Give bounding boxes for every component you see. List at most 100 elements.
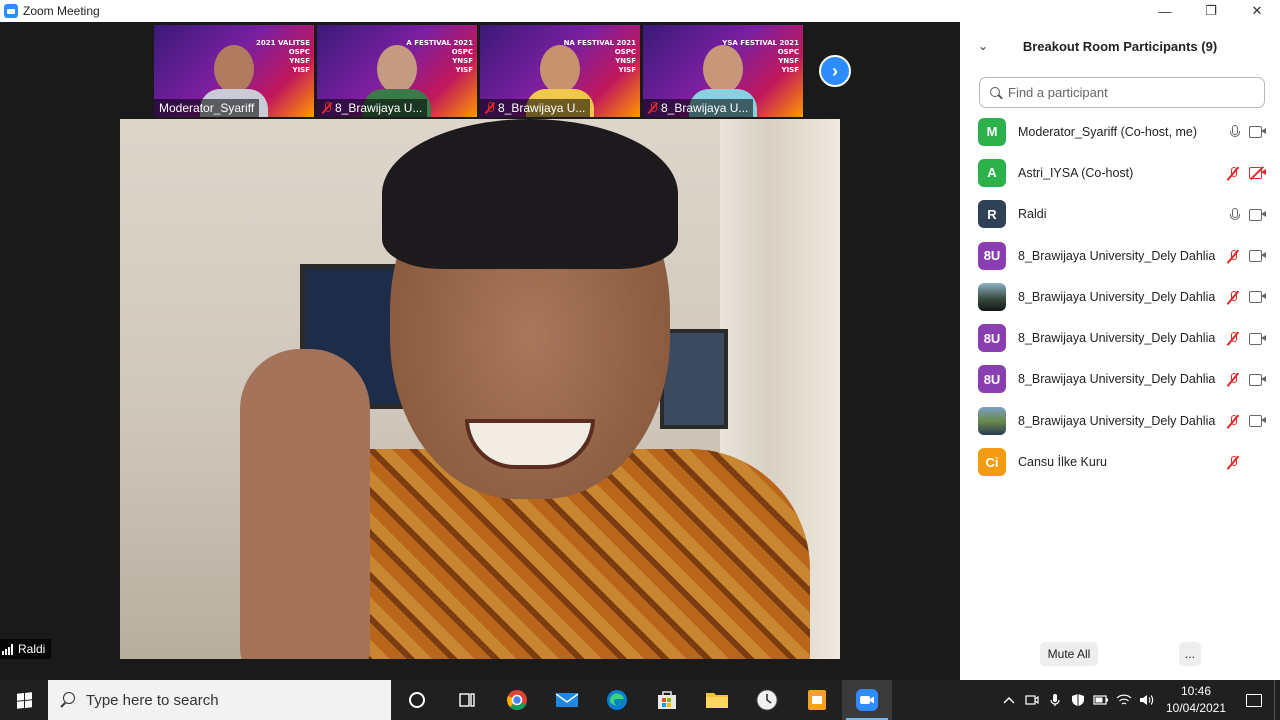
mic-muted-icon — [648, 102, 658, 114]
participant-row[interactable]: 8U 8_Brawijaya University_Dely Dahlia — [960, 359, 1280, 400]
store-icon[interactable] — [642, 680, 692, 720]
google-slides-icon[interactable] — [792, 680, 842, 720]
participant-row[interactable]: A Astri_IYSA (Co-host) — [960, 152, 1280, 193]
panel-footer: Mute All ... — [960, 642, 1280, 668]
task-view-icon[interactable] — [442, 680, 492, 720]
participant-row[interactable]: Ci Cansu İlke Kuru — [960, 441, 1280, 482]
maximize-button[interactable]: ❐ — [1188, 0, 1234, 22]
start-button[interactable] — [0, 680, 48, 720]
mail-icon[interactable] — [542, 680, 592, 720]
video-camera-icon[interactable] — [1249, 291, 1266, 304]
participant-row[interactable]: 8_Brawijaya University_Dely Dahlia — [960, 400, 1280, 441]
participant-row[interactable]: 8_Brawijaya University_Dely Dahlia — [960, 276, 1280, 317]
more-options-button[interactable]: ... — [1179, 642, 1201, 666]
mic-muted-icon — [485, 102, 495, 114]
file-explorer-icon[interactable] — [692, 680, 742, 720]
mic-muted-icon — [322, 102, 332, 114]
thumbnail-name: 8_Brawijaya U... — [661, 101, 749, 115]
participant-name: 8_Brawijaya University_Dely Dahlia — [1018, 331, 1216, 346]
thumbnail-name-label: 8_Brawijaya U... — [317, 99, 428, 117]
taskbar-clock[interactable]: 10:46 10/04/2021 — [1158, 683, 1234, 717]
avatar: R — [978, 200, 1006, 229]
taskbar-apps — [392, 680, 892, 720]
video-camera-icon[interactable] — [1249, 332, 1266, 345]
video-thumbnail[interactable]: NA FESTIVAL 2021 OSPC YNSF YISF 8_Brawij… — [480, 25, 640, 117]
next-page-button[interactable]: › — [819, 55, 851, 87]
participants-panel: ⌄ Breakout Room Participants (9) M Moder… — [960, 22, 1280, 680]
zoom-app-icon — [4, 4, 18, 18]
participant-name: 8_Brawijaya University_Dely Dahlia — [1018, 372, 1216, 387]
participant-status-icons — [1227, 331, 1266, 345]
participant-status-icons — [1229, 125, 1266, 139]
microphone-muted-icon[interactable] — [1227, 372, 1239, 386]
battery-icon[interactable] — [1089, 680, 1112, 720]
microphone-icon[interactable] — [1229, 125, 1240, 138]
mute-all-button[interactable]: Mute All — [1040, 642, 1098, 666]
avatar: 8U — [978, 241, 1006, 270]
window-controls: — ❐ ✕ — [1142, 0, 1280, 22]
search-icon — [990, 86, 1002, 99]
meet-now-icon[interactable] — [1020, 680, 1043, 720]
video-thumbnail[interactable]: 2021 VALITSE OSPC YNSF YISF Moderator_Sy… — [154, 25, 314, 117]
participant-name: Raldi — [1018, 207, 1047, 222]
show-desktop-button[interactable] — [1274, 680, 1280, 720]
participant-head — [377, 45, 417, 93]
search-icon — [60, 692, 76, 708]
avatar-photo — [978, 406, 1006, 435]
video-thumbnail[interactable]: YSA FESTIVAL 2021 OSPC YNSF YISF 8_Brawi… — [643, 25, 803, 117]
participant-status-icons — [1227, 166, 1266, 181]
taskbar-search[interactable]: Type here to search — [48, 680, 391, 720]
video-camera-icon[interactable] — [1249, 415, 1266, 428]
panel-title: Breakout Room Participants (9) — [1022, 38, 1218, 54]
participant-head — [540, 45, 580, 93]
participant-name: 8_Brawijaya University_Dely Dahlia — [1018, 248, 1216, 263]
taskbar: Type here to search 10:46 10/04/2021 — [0, 680, 1280, 720]
video-camera-icon[interactable] — [1249, 373, 1266, 386]
participant-search-input[interactable] — [1008, 85, 1248, 100]
microphone-icon[interactable] — [1229, 207, 1240, 221]
participant-row[interactable]: 8U 8_Brawijaya University_Dely Dahlia — [960, 317, 1280, 358]
video-camera-icon[interactable] — [1249, 250, 1266, 263]
minimize-button[interactable]: — — [1142, 0, 1188, 22]
participant-row[interactable]: M Moderator_Syariff (Co-host, me) — [960, 111, 1280, 152]
close-button[interactable]: ✕ — [1234, 0, 1280, 22]
microphone-icon[interactable] — [1043, 680, 1066, 720]
volume-icon[interactable] — [1135, 680, 1158, 720]
wifi-icon[interactable] — [1112, 680, 1135, 720]
cortana-icon[interactable] — [392, 680, 442, 720]
participant-name: Astri_IYSA (Co-host) — [1018, 165, 1134, 180]
notification-center-icon[interactable] — [1234, 680, 1274, 720]
video-camera-off-icon[interactable] — [1249, 166, 1266, 181]
video-camera-icon[interactable] — [1249, 208, 1266, 221]
thumbnail-name-label: 8_Brawijaya U... — [643, 99, 754, 117]
active-speaker-video — [120, 119, 840, 659]
participant-row[interactable]: 8U 8_Brawijaya University_Dely Dahlia — [960, 235, 1280, 276]
participant-row[interactable]: R Raldi — [960, 194, 1280, 235]
shield-icon[interactable] — [1066, 680, 1089, 720]
microphone-muted-icon[interactable] — [1227, 249, 1239, 263]
thumbnail-name: Moderator_Syariff — [159, 101, 255, 115]
panel-header: ⌄ Breakout Room Participants (9) — [960, 22, 1280, 70]
microphone-muted-icon[interactable] — [1227, 455, 1239, 469]
clock-app-icon[interactable] — [742, 680, 792, 720]
participant-head — [703, 45, 743, 93]
avatar: A — [978, 158, 1006, 187]
microphone-muted-icon[interactable] — [1227, 414, 1239, 428]
avatar: 8U — [978, 365, 1006, 394]
video-camera-icon[interactable] — [1249, 126, 1266, 139]
signal-strength-icon — [2, 643, 13, 655]
zoom-icon[interactable] — [842, 680, 892, 720]
video-thumbnail[interactable]: A FESTIVAL 2021 OSPC YNSF YISF 8_Brawija… — [317, 25, 477, 117]
microphone-muted-icon[interactable] — [1227, 166, 1239, 180]
speaker-name: Raldi — [18, 642, 46, 656]
chevron-up-icon[interactable] — [997, 680, 1020, 720]
meeting-area: 2021 VALITSE OSPC YNSF YISF Moderator_Sy… — [0, 22, 960, 680]
participant-name: Cansu İlke Kuru — [1018, 455, 1107, 470]
microphone-muted-icon[interactable] — [1227, 290, 1239, 304]
gallery-strip: 2021 VALITSE OSPC YNSF YISF Moderator_Sy… — [154, 25, 803, 117]
chrome-icon[interactable] — [492, 680, 542, 720]
microphone-muted-icon[interactable] — [1227, 331, 1239, 345]
avatar: M — [978, 117, 1006, 146]
participant-list: M Moderator_Syariff (Co-host, me) A Astr… — [960, 111, 1280, 483]
edge-icon[interactable] — [592, 680, 642, 720]
